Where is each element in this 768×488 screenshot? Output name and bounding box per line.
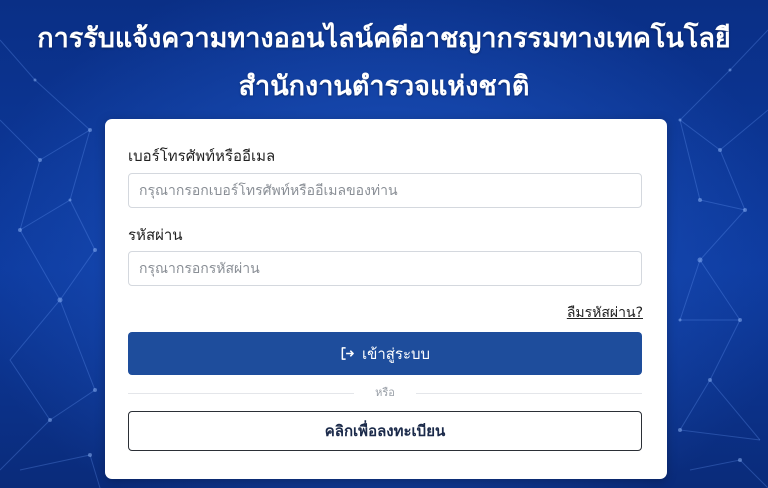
page-title: การรับแจ้งความทางออนไลน์คดีอาชญากรรมทางเ… xyxy=(37,23,731,54)
register-button-label: คลิกเพื่อลงทะเบียน xyxy=(324,422,446,440)
phone-email-label: เบอร์โทรศัพท์หรืออีเมล xyxy=(128,147,276,165)
phone-email-input[interactable] xyxy=(128,173,642,208)
forgot-password-link[interactable]: ลืมรหัสผ่าน? xyxy=(567,302,643,324)
page-subtitle: สำนักงานตำรวจแห่งชาติ xyxy=(238,71,530,102)
login-button-label: เข้าสู่ระบบ xyxy=(361,344,431,363)
divider-line-right xyxy=(416,393,642,394)
or-divider: หรือ xyxy=(128,385,642,401)
password-label: รหัสผ่าน xyxy=(128,226,183,244)
register-button[interactable]: คลิกเพื่อลงทะเบียน xyxy=(128,411,642,451)
sign-in-icon xyxy=(340,346,355,361)
password-input[interactable] xyxy=(128,251,642,286)
login-card: เบอร์โทรศัพท์หรืออีเมล รหัสผ่าน ลืมรหัสผ… xyxy=(105,119,667,479)
login-button[interactable]: เข้าสู่ระบบ xyxy=(128,332,642,375)
